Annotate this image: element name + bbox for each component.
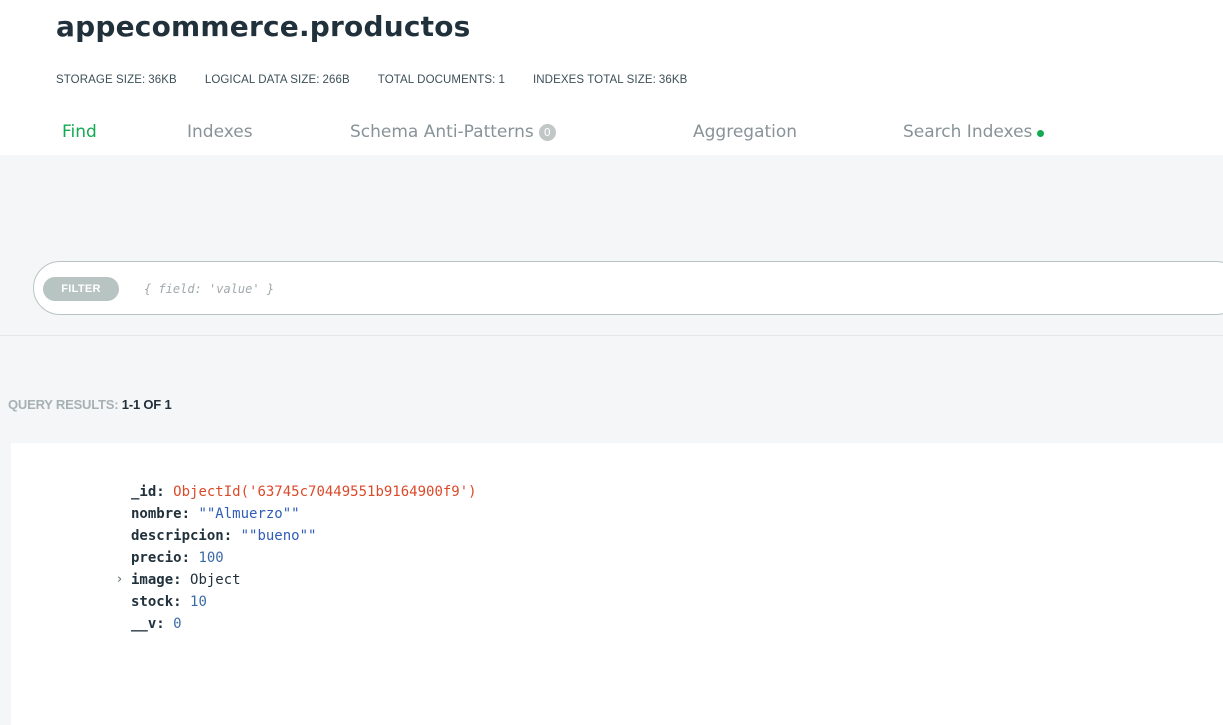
tab-search-indexes[interactable]: Search Indexes [903,122,1045,142]
collection-tabs: Find Indexes Schema Anti-Patterns 0 Aggr… [62,122,1045,142]
divider [0,335,1223,336]
tab-aggregation[interactable]: Aggregation [693,122,903,142]
query-area: FILTER QUERY RESULTS: 1-1 OF 1 _id: Obje… [0,155,1223,725]
query-results-header: QUERY RESULTS: 1-1 OF 1 [8,397,172,412]
chevron-right-icon[interactable]: › [117,569,122,591]
stat-indexes-total-size: INDEXES TOTAL SIZE: 36KB [532,74,688,86]
tab-schema-anti-patterns[interactable]: Schema Anti-Patterns 0 [350,122,693,142]
tab-indexes[interactable]: Indexes [187,122,350,142]
anti-patterns-count-badge: 0 [538,123,556,141]
filter-input[interactable] [144,279,744,299]
field-nombre: nombre: ""Almuerzo"" [131,506,300,522]
field-precio: precio: 100 [131,550,224,566]
results-count: 1-1 OF 1 [121,397,172,412]
field-image[interactable]: › image: Object [117,569,477,591]
collection-header: appecommerce.productos STORAGE SIZE: 36KB… [0,0,1223,155]
field-stock: stock: 10 [131,594,207,610]
collection-stats: STORAGE SIZE: 36KB LOGICAL DATA SIZE: 266B… [56,74,715,86]
document-fields: _id: ObjectId('63745c70449551b9164900f9'… [117,481,477,635]
status-dot-icon [1037,129,1045,137]
stat-storage-size: STORAGE SIZE: 36KB [56,74,177,86]
stat-total-documents: TOTAL DOCUMENTS: 1 [377,74,505,86]
tab-find[interactable]: Find [62,122,187,142]
stat-logical-data-size: LOGICAL DATA SIZE: 266B [204,74,350,86]
field-v: __v: 0 [131,616,182,632]
filter-bar[interactable]: FILTER [33,261,1223,315]
field-id: _id: ObjectId('63745c70449551b9164900f9'… [131,484,477,500]
filter-label: FILTER [43,277,119,301]
collection-title: appecommerce.productos [56,10,471,43]
field-descripcion: descripcion: ""bueno"" [131,528,317,544]
document-card[interactable]: _id: ObjectId('63745c70449551b9164900f9'… [11,443,1223,725]
